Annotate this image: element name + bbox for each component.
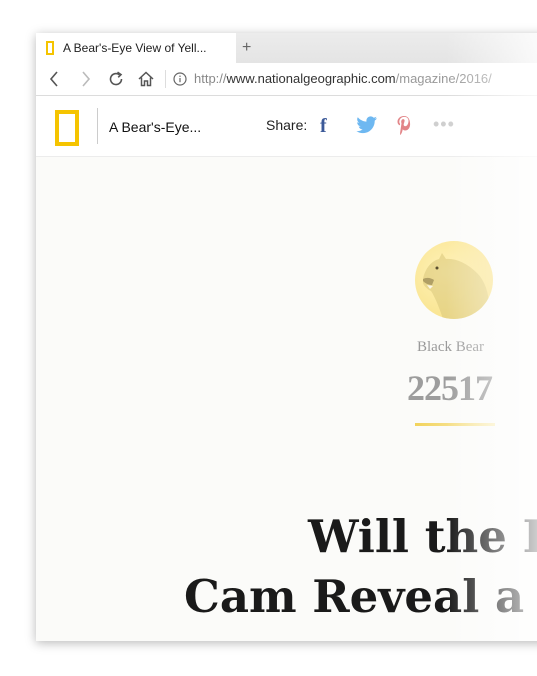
headline-line-1: Will the B [308,510,537,563]
url-field[interactable]: http://www.nationalgeographic.com/magazi… [194,71,492,86]
site-header: A Bear's-Eye... Share: f ••• [36,96,537,157]
article-title: A Bear's-Eye... [109,119,202,135]
url-path: /magazine/2016/ [395,71,492,86]
browser-window: A Bear's-Eye View of Yell... + http://ww… [36,33,537,641]
tab-title: A Bear's-Eye View of Yell... [63,41,207,55]
facebook-icon[interactable]: f [320,115,327,138]
headline-line-2: Cam Reveal a C [184,570,537,623]
bear-counter-label: Black Bear [417,339,485,355]
counter-underline [415,423,495,426]
pinterest-icon[interactable] [396,115,412,140]
url-host: www.nationalgeographic.com [226,71,396,86]
new-tab-button[interactable]: + [242,38,251,58]
bear-icon [415,241,493,319]
address-toolbar: http://www.nationalgeographic.com/magazi… [36,63,537,96]
article-hero: Black Bear 22517 Will the B Cam Reveal a… [36,157,537,641]
tab-strip: A Bear's-Eye View of Yell... + [36,33,537,63]
url-scheme: http:// [194,71,227,86]
bear-counter-value: 22517 [407,368,493,408]
reload-icon[interactable] [102,63,130,95]
browser-tab[interactable]: A Bear's-Eye View of Yell... [36,33,236,63]
twitter-icon[interactable] [356,116,378,139]
natgeo-logo[interactable] [55,110,79,146]
header-divider [97,108,98,144]
more-icon[interactable]: ••• [433,114,455,135]
back-icon[interactable] [40,63,68,95]
share-label: Share: [266,117,308,133]
forward-icon[interactable] [72,63,100,95]
home-icon[interactable] [132,63,160,95]
favicon-icon [46,41,54,55]
info-icon[interactable] [166,63,194,95]
